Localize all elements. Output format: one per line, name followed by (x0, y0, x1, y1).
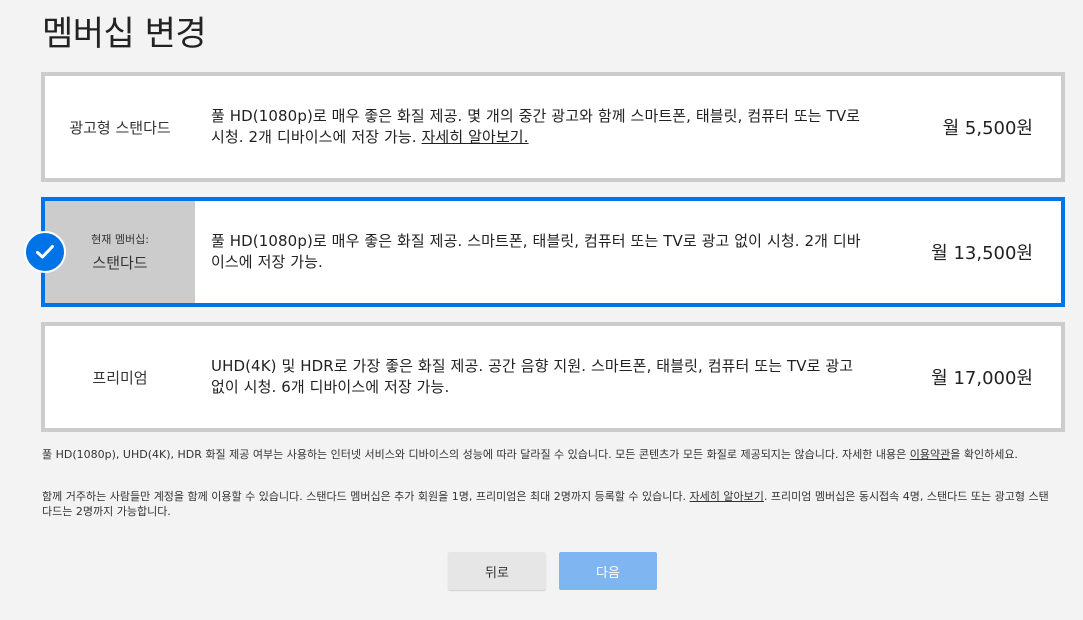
household-footnote: 함께 거주하는 사람들만 계정을 함께 이용할 수 있습니다. 스탠다드 멤버십… (42, 489, 1052, 519)
plan-name: 광고형 스탠다드 (45, 76, 195, 178)
plan-description: UHD(4K) 및 HDR로 가장 좋은 화질 제공. 공간 음향 지원. 스마… (195, 326, 891, 428)
check-icon (24, 231, 66, 273)
household-footnote-text: 함께 거주하는 사람들만 계정을 함께 이용할 수 있습니다. 스탠다드 멤버십… (42, 490, 690, 503)
plan-option-ad-standard[interactable]: 광고형 스탠다드 풀 HD(1080p)로 매우 좋은 화질 제공. 몇 개의 … (41, 72, 1065, 182)
plan-description-text: 풀 HD(1080p)로 매우 좋은 화질 제공. 스마트폰, 태블릿, 컴퓨터… (211, 232, 861, 271)
quality-footnote: 풀 HD(1080p), UHD(4K), HDR 화질 제공 여부는 사용하는… (42, 447, 1052, 462)
plan-description-text: 풀 HD(1080p)로 매우 좋은 화질 제공. 몇 개의 중간 광고와 함께… (211, 106, 863, 148)
current-plan-label: 현재 멤버십: (91, 233, 149, 246)
plan-name-label: 광고형 스탠다드 (69, 118, 171, 137)
quality-footnote-text-end: 을 확인하세요. (950, 448, 1018, 461)
plan-description: 풀 HD(1080p)로 매우 좋은 화질 제공. 몇 개의 중간 광고와 함께… (195, 76, 891, 178)
terms-link[interactable]: 이용약관 (910, 448, 950, 461)
plan-description-text: UHD(4K) 및 HDR로 가장 좋은 화질 제공. 공간 음향 지원. 스마… (211, 357, 854, 396)
next-button[interactable]: 다음 (559, 552, 657, 590)
quality-footnote-text: 풀 HD(1080p), UHD(4K), HDR 화질 제공 여부는 사용하는… (42, 448, 910, 461)
plan-price: 월 5,500원 (942, 118, 1033, 139)
change-plan-page: 멤버십 변경 광고형 스탠다드 풀 HD(1080p)로 매우 좋은 화질 제공… (0, 0, 1083, 620)
plan-name: 현재 멤버십: 스탠다드 (45, 201, 195, 303)
plan-name-label: 스탠다드 (92, 254, 148, 272)
plan-description: 풀 HD(1080p)로 매우 좋은 화질 제공. 스마트폰, 태블릿, 컴퓨터… (195, 201, 891, 303)
plan-name-label: 프리미엄 (92, 368, 148, 387)
plan-option-standard[interactable]: 현재 멤버십: 스탠다드 풀 HD(1080p)로 매우 좋은 화질 제공. 스… (24, 197, 1065, 307)
learn-more-link[interactable]: 자세히 알아보기. (422, 128, 529, 146)
plan-description-body: 풀 HD(1080p)로 매우 좋은 화질 제공. 몇 개의 중간 광고와 함께… (211, 107, 861, 146)
household-learn-more-link[interactable]: 자세히 알아보기 (690, 490, 764, 503)
back-button[interactable]: 뒤로 (448, 552, 546, 590)
page-title: 멤버십 변경 (42, 14, 207, 54)
plan-price: 월 17,000원 (931, 368, 1033, 389)
plan-price: 월 13,500원 (931, 243, 1033, 264)
plan-option-premium[interactable]: 프리미엄 UHD(4K) 및 HDR로 가장 좋은 화질 제공. 공간 음향 지… (41, 322, 1065, 432)
plan-name: 프리미엄 (45, 326, 195, 428)
